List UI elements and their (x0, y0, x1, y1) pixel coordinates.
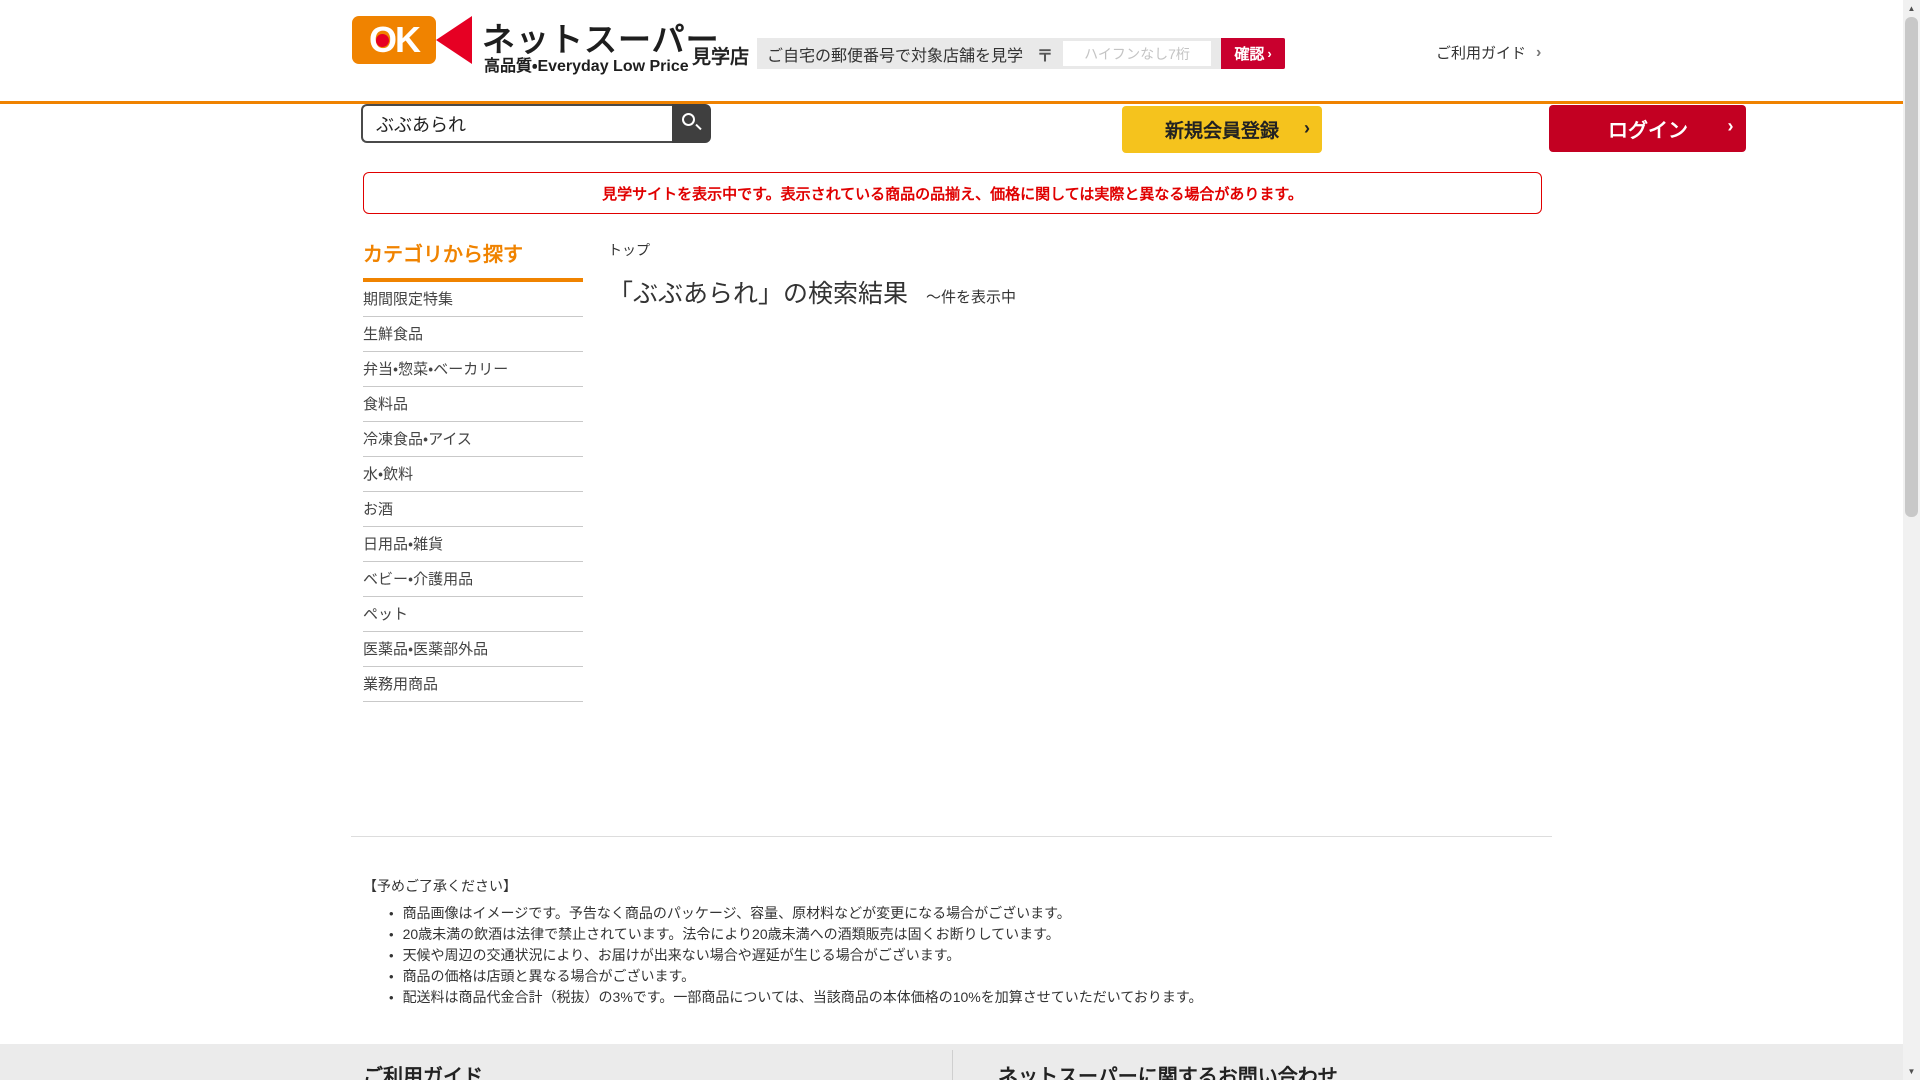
content-divider (351, 836, 1552, 837)
chevron-right-icon: › (1536, 44, 1541, 62)
category-sidebar: カテゴリから探す 期間限定特集 生鮮食品 弁当・惣菜・ベーカリー 食料品 冷凍食… (363, 238, 583, 702)
note-text: 天候や周辺の交通状況により、お届けが出来ない場合や遅延が生じる場合がございます。 (403, 945, 961, 966)
vertical-scrollbar[interactable]: ▲ ▼ (1903, 0, 1920, 1080)
bullet-icon: • (389, 945, 394, 966)
note-text: 商品の価格は店頭と異なる場合がございます。 (403, 966, 696, 987)
list-item: • 配送料は商品代金合計（税抜）の3%です。一部商品については、当該商品の本体価… (389, 987, 1202, 1008)
search-button[interactable] (672, 104, 711, 143)
store-mode-label: 見学店 (692, 42, 749, 69)
result-count-note: ～件を表示中 (926, 286, 1016, 307)
list-item: • 天候や周辺の交通状況により、お届けが出来ない場合や遅延が生じる場合がございま… (389, 945, 1202, 966)
note-text: 商品画像はイメージです。予告なく商品のパッケージ、容量、原材料などが変更になる場… (403, 903, 1071, 924)
bullet-icon: • (389, 966, 394, 987)
sidebar-item-commercial[interactable]: 業務用商品 (363, 667, 583, 702)
ok-logo-triangle-icon (436, 16, 472, 64)
search-input[interactable] (361, 104, 672, 143)
postal-confirm-button[interactable]: 確認 › (1221, 38, 1285, 69)
register-button[interactable]: 新規会員登録 › (1122, 106, 1322, 153)
sidebar-item-frozen-ice[interactable]: 冷凍食品・アイス (363, 422, 583, 457)
chevron-right-icon: › (1304, 118, 1310, 139)
usage-guide-label: ご利用ガイド (1436, 42, 1526, 63)
list-item: • 20歳未満の飲酒は法律で禁止されています。法令により20歳未満への酒類販売は… (389, 924, 1202, 945)
sidebar-item-alcohol[interactable]: お酒 (363, 492, 583, 527)
breadcrumb[interactable]: トップ (608, 240, 650, 260)
header-divider (0, 101, 1920, 104)
list-item: • 商品画像はイメージです。予告なく商品のパッケージ、容量、原材料などが変更にな… (389, 903, 1202, 924)
page-title: 「ぶぶあられ」の検索結果 (608, 274, 908, 310)
login-label: ログイン (1608, 120, 1688, 142)
sidebar-item-medicine[interactable]: 医薬品・医薬部外品 (363, 632, 583, 667)
scrollbar-thumb[interactable] (1905, 17, 1918, 517)
sidebar-item-daily-sundries[interactable]: 日用品・雑貨 (363, 527, 583, 562)
postal-code-input[interactable] (1063, 41, 1211, 66)
disclaimer-notes: 【予めご了承ください】 • 商品画像はイメージです。予告なく商品のパッケージ、容… (363, 876, 1202, 1008)
footer-divider (952, 1050, 953, 1080)
sidebar-item-limited-specials[interactable]: 期間限定特集 (363, 282, 583, 317)
postal-confirm-label: 確認 (1234, 43, 1264, 64)
footer-usage-guide-heading[interactable]: ご利用ガイド (363, 1060, 483, 1080)
sidebar-item-groceries[interactable]: 食料品 (363, 387, 583, 422)
scrollbar-up-icon[interactable]: ▲ (1903, 0, 1920, 17)
sidebar-item-bento-deli-bakery[interactable]: 弁当・惣菜・ベーカリー (363, 352, 583, 387)
usage-guide-link[interactable]: ご利用ガイド › (1436, 42, 1541, 63)
bullet-icon: • (389, 903, 394, 924)
login-button[interactable]: ログイン › (1549, 105, 1746, 152)
sidebar-item-fresh-food[interactable]: 生鮮食品 (363, 317, 583, 352)
note-text: 配送料は商品代金合計（税抜）の3%です。一部商品については、当該商品の本体価格の… (403, 987, 1203, 1008)
magnifier-icon (682, 113, 695, 126)
page: OK ネットスーパー 高品質・Everyday Low Price 見学店 ご自… (0, 0, 1920, 1080)
register-label: 新規会員登録 (1165, 121, 1279, 142)
postal-lookup-bar: ご自宅の郵便番号で対象店舗を見学 〒 確認 › (757, 38, 1285, 69)
sidebar-item-water-drinks[interactable]: 水・飲料 (363, 457, 583, 492)
disclaimer-heading: 【予めご了承ください】 (363, 876, 1202, 896)
sidebar-item-pet[interactable]: ペット (363, 597, 583, 632)
sidebar-item-baby-care[interactable]: ベビー・介護用品 (363, 562, 583, 597)
postal-mark-icon: 〒 (1037, 42, 1053, 66)
postal-prompt-label: ご自宅の郵便番号で対象店舗を見学 (767, 42, 1023, 66)
preview-site-notice: 見学サイトを表示中です。表示されている商品の品揃え、価格に関しては実際と異なる場… (363, 172, 1542, 214)
search-result-header: 「ぶぶあられ」の検索結果 ～件を表示中 (608, 274, 1016, 310)
ok-logo[interactable]: OK (352, 16, 436, 64)
bullet-icon: • (389, 924, 394, 945)
scrollbar-down-icon[interactable]: ▼ (1903, 1063, 1920, 1080)
footer-contact-heading[interactable]: ネットスーパーに関するお問い合わせ (998, 1060, 1338, 1080)
brand-tagline: 高品質・Everyday Low Price (484, 52, 689, 76)
ok-logo-red-dot-icon (376, 34, 389, 47)
list-item: • 商品の価格は店頭と異なる場合がございます。 (389, 966, 1202, 987)
search-bar (361, 104, 711, 143)
bullet-icon: • (389, 987, 394, 1008)
category-heading: カテゴリから探す (363, 238, 583, 267)
note-text: 20歳未満の飲酒は法律で禁止されています。法令により20歳未満への酒類販売は固く… (403, 924, 1060, 945)
chevron-right-icon: › (1267, 46, 1271, 61)
chevron-right-icon: › (1727, 116, 1733, 137)
